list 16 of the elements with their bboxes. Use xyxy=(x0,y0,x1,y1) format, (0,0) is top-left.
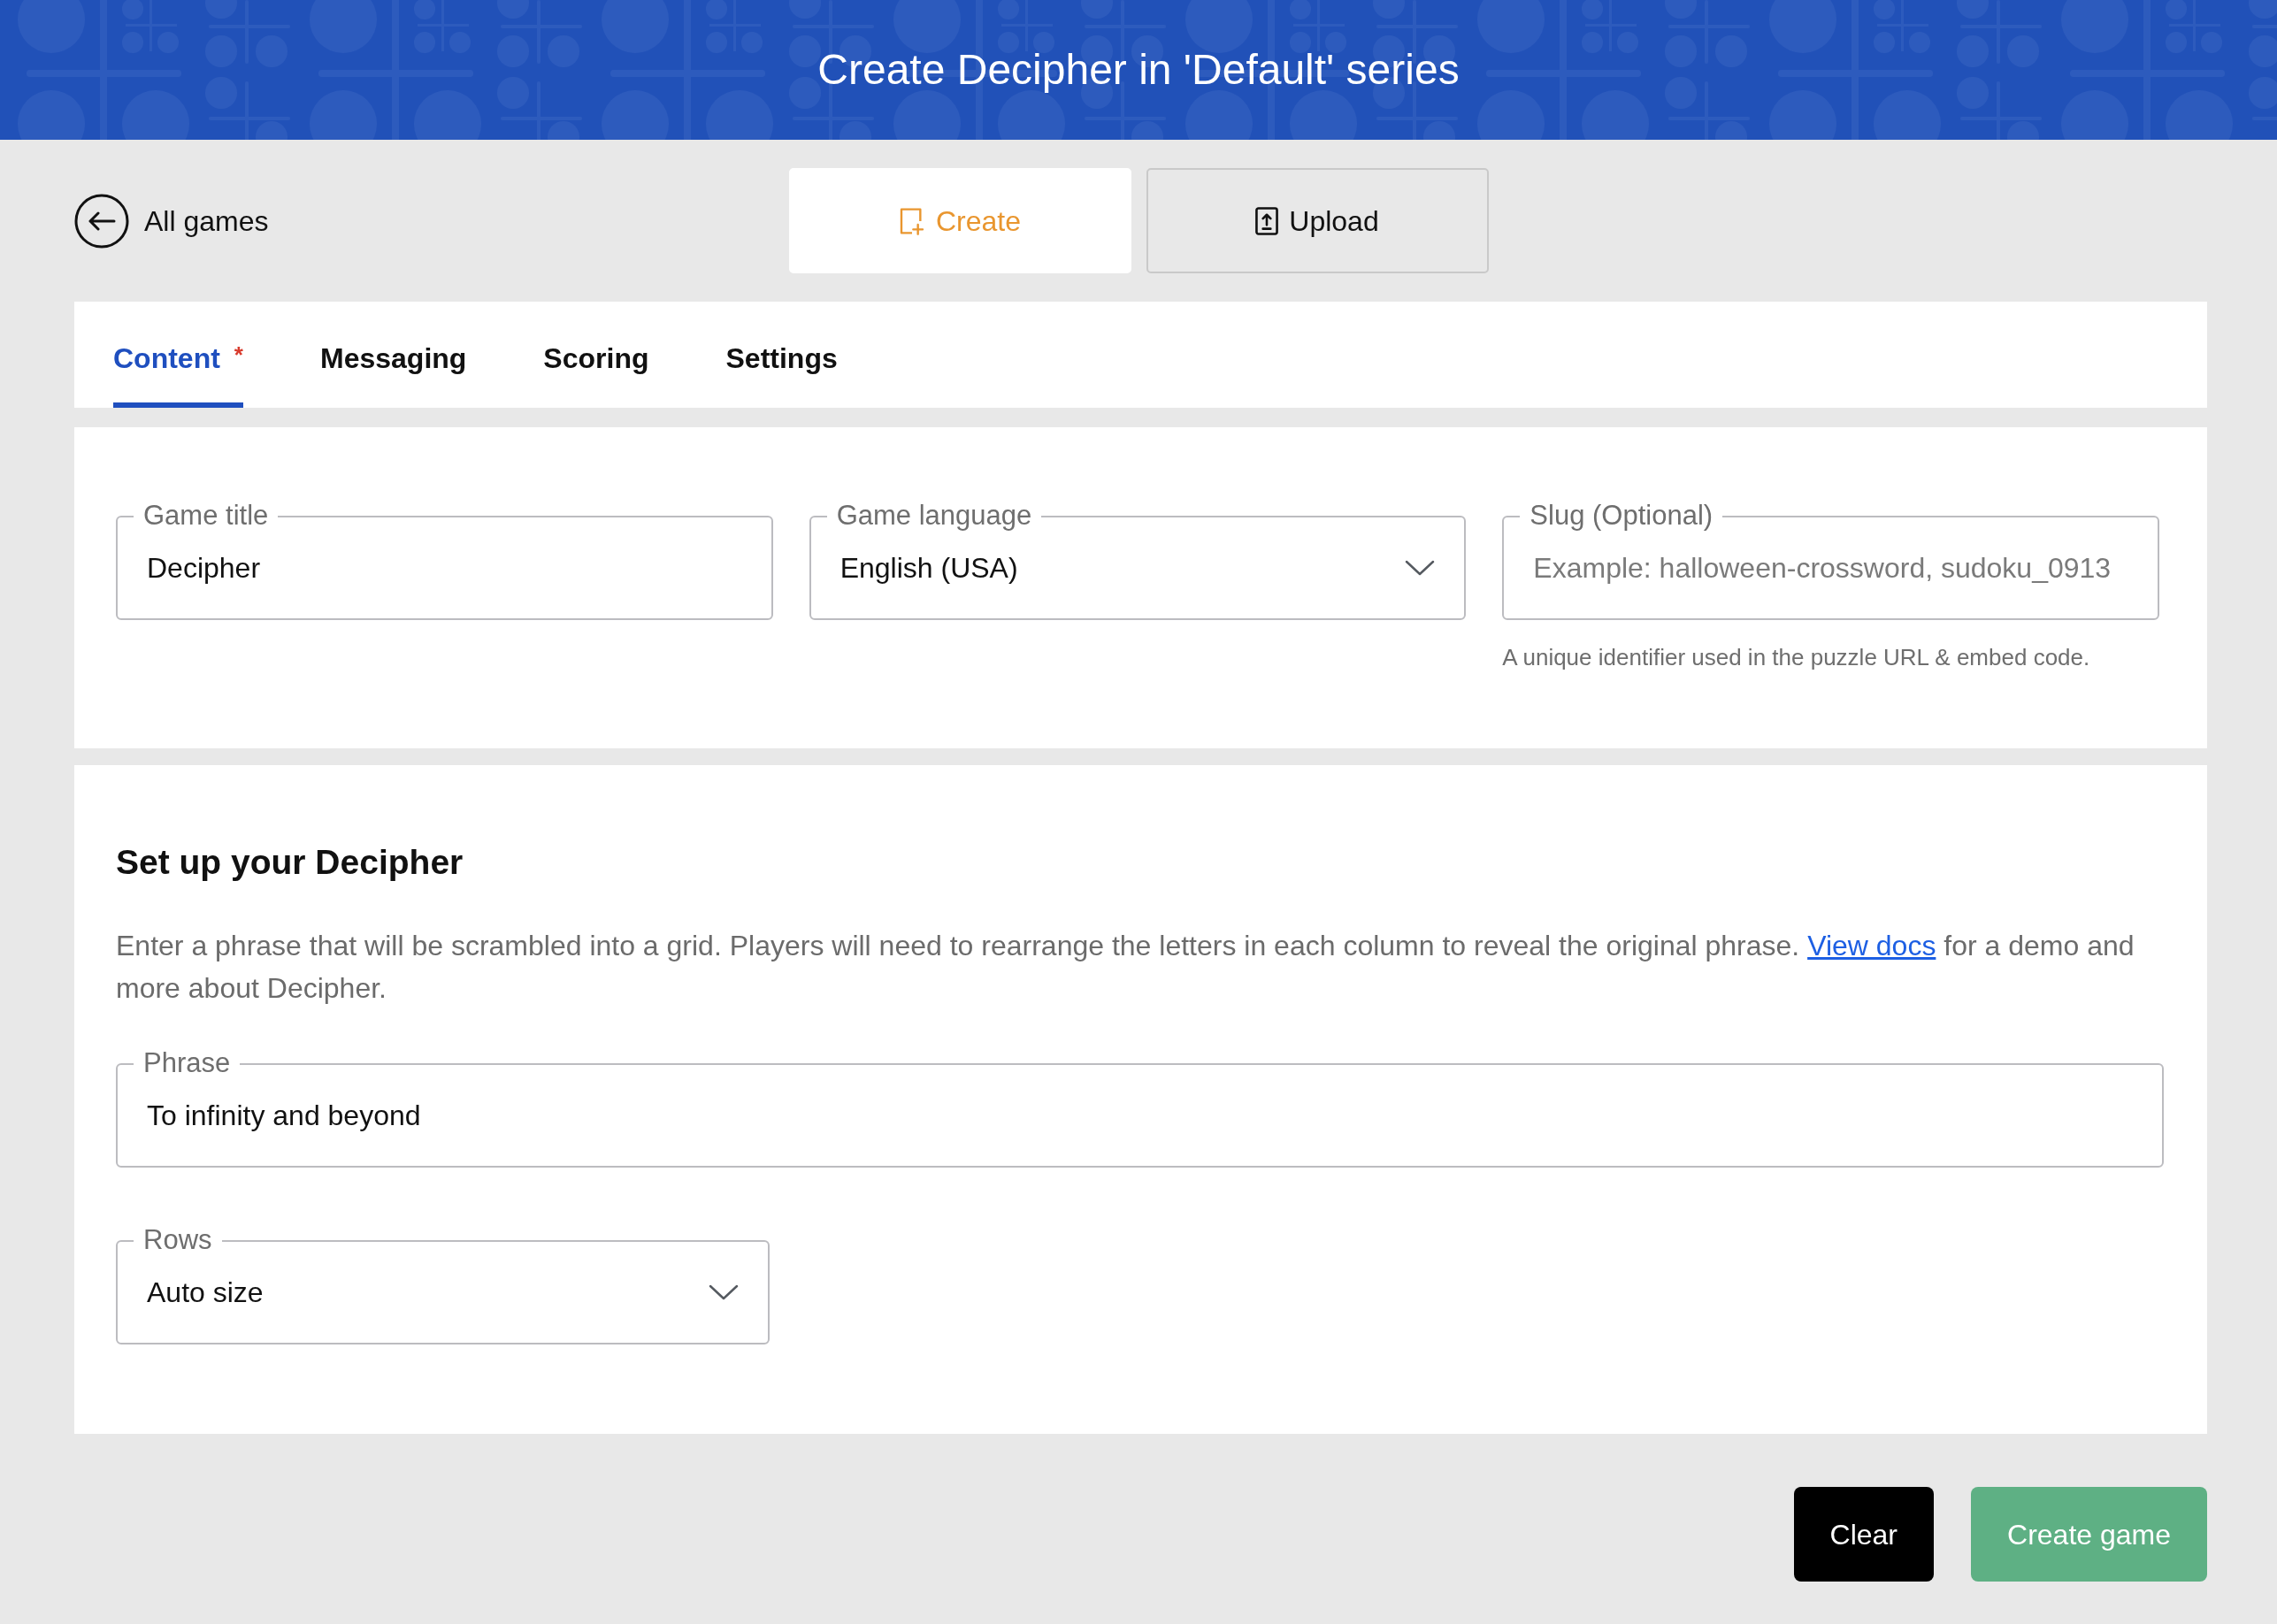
back-link[interactable]: All games xyxy=(74,193,269,249)
clear-button[interactable]: Clear xyxy=(1793,1487,1934,1582)
chevron-down-icon xyxy=(709,1284,739,1300)
page-title: Create Decipher in 'Default' series xyxy=(817,45,1460,95)
chevron-down-icon xyxy=(1405,560,1436,576)
view-docs-link[interactable]: View docs xyxy=(1807,930,1936,961)
tab[interactable]: Settings xyxy=(725,302,838,408)
field-hint: A unique identifier used in the puzzle URL & embed code. xyxy=(1502,643,2091,671)
setup-description: Enter a phrase that will be scrambled into a grid. Players will need to rearrange the letters in each column to reveal the original phrase. View docs for a demo and more about Decipher. xyxy=(116,929,2135,1006)
file-plus-icon xyxy=(898,206,925,235)
tab[interactable]: Messaging xyxy=(320,302,467,408)
mode-tab[interactable]: Upload xyxy=(1146,168,1489,273)
upload-icon xyxy=(1255,206,1279,235)
tab[interactable]: Content * xyxy=(113,302,243,408)
section-title: Set up your Decipher xyxy=(116,842,464,882)
tab[interactable]: Scoring xyxy=(543,302,649,408)
